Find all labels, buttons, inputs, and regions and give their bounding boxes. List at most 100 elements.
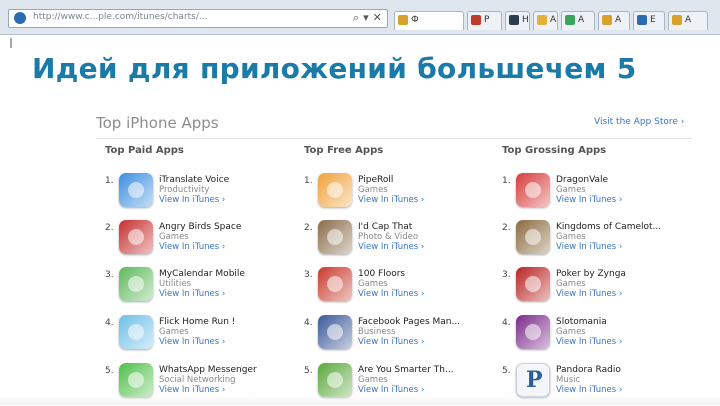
browser-tab-label: Ф — [411, 15, 419, 25]
address-bar-controls[interactable]: ⌕▾✕ — [353, 11, 386, 25]
app-name[interactable]: DragonVale — [556, 175, 608, 185]
column-heading: Top Free Apps — [304, 145, 384, 156]
browser-tab-label: А — [615, 15, 622, 25]
icon-artwork — [327, 276, 343, 292]
app-rank: 1. — [502, 176, 511, 186]
app-list-item[interactable]: 2. Angry Birds Space Games View In iTunes › — [105, 220, 290, 263]
app-name[interactable]: Facebook Pages Man... — [358, 317, 460, 327]
app-rank: 1. — [304, 176, 313, 186]
app-name[interactable]: Are You Smarter Th... — [358, 365, 454, 375]
app-name[interactable]: Flick Home Run ! — [159, 317, 235, 327]
pandora-icon[interactable]: P — [516, 363, 550, 397]
icon-artwork — [128, 229, 144, 245]
browser-tab[interactable]: Р — [467, 11, 502, 30]
app-name[interactable]: Kingdoms of Camelot... — [556, 222, 661, 232]
app-category: Games — [556, 327, 586, 337]
app-rank: 5. — [502, 366, 511, 376]
view-in-itunes-link[interactable]: View In iTunes › — [556, 337, 622, 347]
app-list-item[interactable]: 4. Facebook Pages Man... Business View In i… — [304, 315, 489, 358]
app-category: Social Networking — [159, 375, 236, 385]
browser-tab[interactable]: Ф — [394, 11, 464, 30]
view-in-itunes-link[interactable]: View In iTunes › — [556, 385, 622, 395]
view-in-itunes-link[interactable]: View In iTunes › — [159, 242, 225, 252]
icon-artwork — [327, 324, 343, 340]
site-favicon-icon — [14, 12, 26, 24]
browser-tab[interactable]: Н — [505, 11, 530, 30]
app-category: Business — [358, 327, 396, 337]
view-in-itunes-link[interactable]: View In iTunes › — [358, 195, 424, 205]
app-list-item[interactable]: 2. I'd Cap That Photo & Video View In iTune… — [304, 220, 489, 263]
browser-tab-label: Н — [522, 15, 529, 25]
door-icon[interactable] — [318, 267, 352, 301]
view-in-itunes-link[interactable]: View In iTunes › — [556, 242, 622, 252]
app-rank: 5. — [304, 366, 313, 376]
tab-favicon-icon — [509, 15, 519, 25]
app-category: Games — [556, 232, 586, 242]
view-in-itunes-link[interactable]: View In iTunes › — [556, 289, 622, 299]
view-in-itunes-link[interactable]: View In iTunes › — [159, 337, 225, 347]
app-name[interactable]: Poker by Zynga — [556, 269, 626, 279]
view-in-itunes-link[interactable]: View In iTunes › — [556, 195, 622, 205]
view-in-itunes-link[interactable]: View In iTunes › — [159, 195, 225, 205]
quiz-icon[interactable] — [318, 363, 352, 397]
visit-app-store-link[interactable]: Visit the App Store › — [594, 117, 684, 127]
icon-artwork — [128, 276, 144, 292]
baseball-icon[interactable] — [119, 315, 153, 349]
app-category: Games — [159, 327, 189, 337]
app-name[interactable]: 100 Floors — [358, 269, 405, 279]
calendar-icon[interactable] — [119, 267, 153, 301]
pipe-icon[interactable] — [318, 173, 352, 207]
app-list-item[interactable]: 1. DragonVale Games View In iTunes › — [502, 173, 687, 216]
browser-toolbar: http://www.c...ple.com/itunes/charts/...… — [0, 0, 720, 35]
address-bar[interactable]: http://www.c...ple.com/itunes/charts/...… — [8, 9, 388, 28]
app-name[interactable]: PipeRoll — [358, 175, 393, 185]
app-name[interactable]: MyCalendar Mobile — [159, 269, 245, 279]
browser-tab-label: А — [578, 15, 585, 25]
angry-bird-icon[interactable] — [119, 220, 153, 254]
app-list-item[interactable]: 4. Flick Home Run ! Games View In iTunes › — [105, 315, 290, 358]
view-in-itunes-link[interactable]: View In iTunes › — [358, 385, 424, 395]
app-list-item[interactable]: 3. MyCalendar Mobile Utilities View In iTun… — [105, 267, 290, 310]
camera-icon[interactable] — [318, 220, 352, 254]
browser-tab[interactable]: Е — [633, 11, 665, 30]
browser-tab-label: Е — [650, 15, 656, 25]
app-list-item[interactable]: 1. PipeRoll Games View In iTunes › — [304, 173, 489, 216]
app-name[interactable]: Angry Birds Space — [159, 222, 241, 232]
icon-artwork — [128, 182, 144, 198]
icon-artwork — [327, 182, 343, 198]
app-list-item[interactable]: 4. Slotomania Games View In iTunes › — [502, 315, 687, 358]
app-name[interactable]: WhatsApp Messenger — [159, 365, 257, 375]
panel-title: Top iPhone Apps — [96, 114, 219, 132]
microphone-icon[interactable] — [119, 173, 153, 207]
chat-bubble-icon[interactable] — [119, 363, 153, 397]
browser-tab[interactable]: А — [598, 11, 630, 30]
app-list-item[interactable]: 3. 100 Floors Games View In iTunes › — [304, 267, 489, 310]
app-name[interactable]: Pandora Radio — [556, 365, 621, 375]
dragon-icon[interactable] — [516, 173, 550, 207]
app-name[interactable]: Slotomania — [556, 317, 607, 327]
bottom-edge — [0, 395, 720, 405]
app-list-item[interactable]: 1. iTranslate Voice Productivity View In iT… — [105, 173, 290, 216]
icon-artwork — [525, 229, 541, 245]
app-name[interactable]: I'd Cap That — [358, 222, 412, 232]
view-in-itunes-link[interactable]: View In iTunes › — [358, 242, 424, 252]
browser-tab[interactable]: А — [668, 11, 708, 30]
icon-artwork — [525, 324, 541, 340]
view-in-itunes-link[interactable]: View In iTunes › — [159, 289, 225, 299]
browser-tab[interactable]: А — [561, 11, 595, 30]
app-list-item[interactable]: 2. Kingdoms of Camelot... Games View In iTu… — [502, 220, 687, 263]
view-in-itunes-link[interactable]: View In iTunes › — [358, 337, 424, 347]
cards-icon[interactable] — [516, 267, 550, 301]
slot-machine-icon[interactable] — [516, 315, 550, 349]
browser-tab[interactable]: А — [533, 11, 558, 30]
app-category: Games — [358, 185, 388, 195]
app-rank: 4. — [304, 318, 313, 328]
knight-icon[interactable] — [516, 220, 550, 254]
tab-favicon-icon — [602, 15, 612, 25]
tab-favicon-icon — [398, 15, 408, 25]
app-list-item[interactable]: 3. Poker by Zynga Games View In iTunes › — [502, 267, 687, 310]
view-in-itunes-link[interactable]: View In iTunes › — [159, 385, 225, 395]
flag-icon[interactable] — [318, 315, 352, 349]
app-name[interactable]: iTranslate Voice — [159, 175, 229, 185]
view-in-itunes-link[interactable]: View In iTunes › — [358, 289, 424, 299]
